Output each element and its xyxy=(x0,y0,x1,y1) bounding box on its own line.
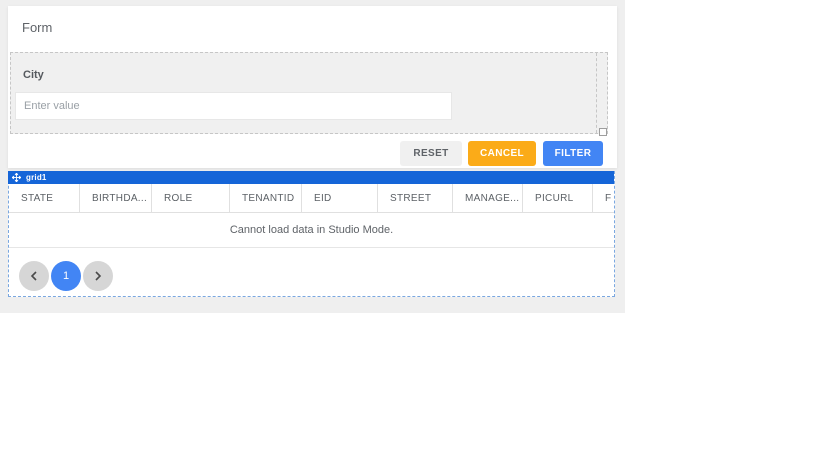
editor-canvas: Form City RESET CANCEL FILTER xyxy=(0,0,625,313)
column-header[interactable]: TENANTID xyxy=(230,184,302,212)
resize-handle[interactable] xyxy=(599,128,607,136)
grid-empty-message: Cannot load data in Studio Mode. xyxy=(229,224,394,236)
form-drop-zone[interactable]: City xyxy=(10,52,608,136)
drop-zone-divider xyxy=(596,53,597,133)
column-header[interactable]: STREET xyxy=(378,184,453,212)
city-field-label: City xyxy=(23,69,44,81)
column-header[interactable]: PICURL xyxy=(523,184,593,212)
column-header[interactable]: MANAGE... xyxy=(453,184,523,212)
cancel-button[interactable]: CANCEL xyxy=(468,141,536,166)
chevron-left-icon xyxy=(30,271,37,281)
grid-pagination: 1 xyxy=(19,261,113,291)
grid-empty-row: Cannot load data in Studio Mode. xyxy=(9,213,614,248)
move-icon xyxy=(12,173,21,182)
grid-header-row: STATE BIRTHDA... ROLE TENANTID EID STREET MANA… xyxy=(9,184,614,213)
column-header[interactable]: STATE xyxy=(9,184,80,212)
column-header[interactable]: EID xyxy=(302,184,378,212)
grid-widget-handle[interactable]: grid1 xyxy=(8,171,614,184)
chevron-right-icon xyxy=(95,271,102,281)
grid-widget[interactable]: grid1 STATE BIRTHDA... ROLE TENANTID EID STRE… xyxy=(8,171,615,297)
pagination-next-button[interactable] xyxy=(83,261,113,291)
form-title: Form xyxy=(22,20,53,35)
reset-button[interactable]: RESET xyxy=(400,141,462,166)
form-widget[interactable]: Form City RESET CANCEL FILTER xyxy=(8,6,617,168)
column-header[interactable]: ROLE xyxy=(152,184,230,212)
filter-button[interactable]: FILTER xyxy=(543,141,603,166)
column-header[interactable]: BIRTHDA... xyxy=(80,184,152,212)
pagination-page-1-button[interactable]: 1 xyxy=(51,261,81,291)
studio-canvas: Form City RESET CANCEL FILTER xyxy=(0,0,819,460)
grid-widget-label: grid1 xyxy=(26,173,47,182)
pagination-prev-button[interactable] xyxy=(19,261,49,291)
city-input[interactable] xyxy=(15,92,452,120)
column-header[interactable]: F xyxy=(593,184,614,212)
